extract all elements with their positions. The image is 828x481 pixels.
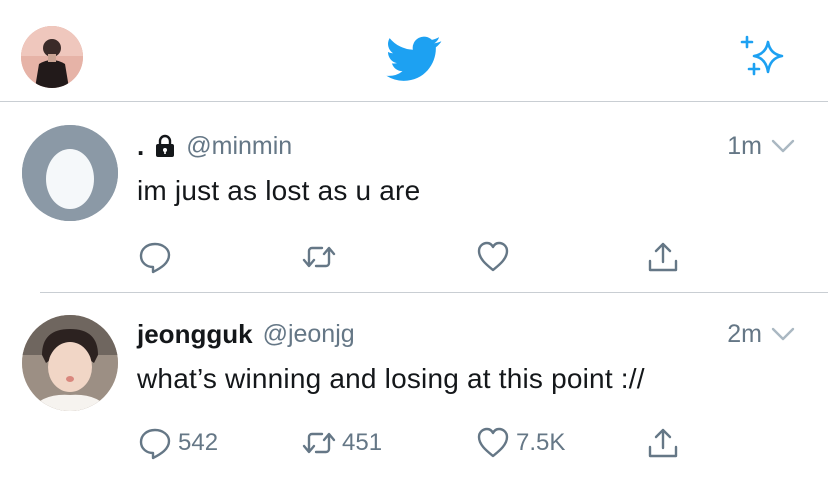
like-count: 7.5K <box>516 429 566 456</box>
tweet-time: 1m <box>727 131 762 160</box>
lock-icon <box>156 134 175 157</box>
chevron-down-icon[interactable] <box>770 136 796 156</box>
share-button[interactable] <box>646 239 680 275</box>
display-name[interactable]: jeongguk <box>137 319 253 350</box>
avatar[interactable] <box>22 315 118 411</box>
reply-count: 542 <box>178 429 219 456</box>
display-name[interactable]: . <box>137 131 144 162</box>
tweet[interactable]: jeongguk @jeonjg 2m what’s winning and l… <box>0 293 828 481</box>
twitter-bird-icon[interactable] <box>386 36 442 82</box>
reply-icon <box>139 242 171 274</box>
retweet-icon <box>302 246 336 268</box>
heart-icon <box>477 241 509 272</box>
retweet-button[interactable] <box>302 239 342 275</box>
username[interactable]: @minmin <box>186 132 292 161</box>
default-egg-avatar[interactable] <box>22 125 118 221</box>
share-button[interactable] <box>646 425 680 461</box>
heart-icon <box>477 427 509 458</box>
like-button[interactable]: 7.5K <box>476 425 565 461</box>
timestamp: 1m <box>727 129 796 163</box>
tweet[interactable]: . @minmin 1m im just as lost as u are <box>0 103 828 293</box>
retweet-icon <box>302 432 336 454</box>
tweet-actions <box>0 229 828 285</box>
tweet-time: 2m <box>727 319 762 348</box>
tweet-author: jeongguk @jeonjg <box>137 317 355 351</box>
reply-button[interactable] <box>138 239 178 275</box>
tweet-text: what’s winning and losing at this point … <box>137 363 645 394</box>
tweet-author: . @minmin <box>137 129 292 163</box>
share-icon <box>648 428 678 458</box>
chevron-down-icon[interactable] <box>770 324 796 344</box>
my-profile-avatar[interactable] <box>21 26 83 88</box>
like-button[interactable] <box>476 239 516 275</box>
reply-icon <box>139 428 171 460</box>
reply-button[interactable]: 542 <box>138 425 218 461</box>
sparkle-icon[interactable] <box>738 34 788 80</box>
share-icon <box>648 242 678 272</box>
tweet-text: im just as lost as u are <box>137 175 421 206</box>
tweet-actions: 542 451 7.5K <box>0 415 828 471</box>
retweet-count: 451 <box>342 429 383 456</box>
timestamp: 2m <box>727 317 796 351</box>
top-bar <box>0 0 828 102</box>
retweet-button[interactable]: 451 <box>302 425 382 461</box>
username[interactable]: @jeonjg <box>263 320 355 349</box>
